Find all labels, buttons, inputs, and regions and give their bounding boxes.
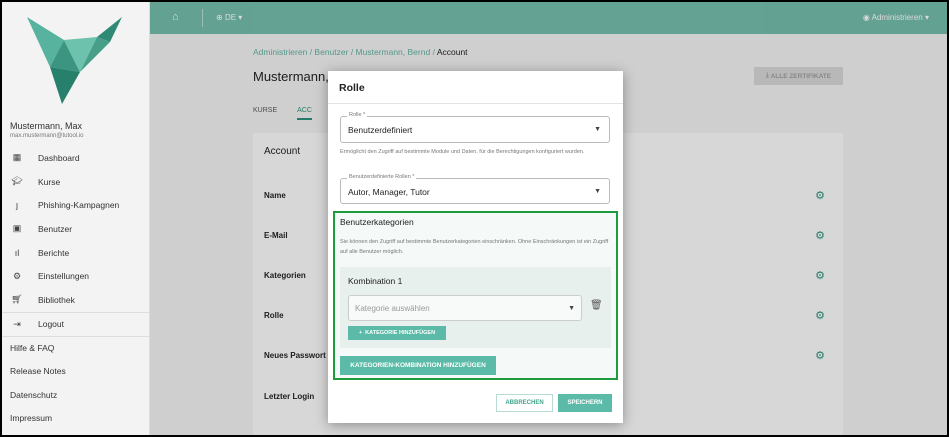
- role-hint: Ermöglicht den Zugriff auf bestimmte Mod…: [340, 149, 585, 155]
- user-badge-icon: ▣: [12, 223, 22, 234]
- sidebar-item-einstellungen[interactable]: ⚙ Einstellungen: [2, 264, 150, 288]
- categories-hint: Sie können den Zugriff auf bestimmte Ben…: [340, 239, 609, 256]
- logout-icon: ⇥: [13, 318, 21, 329]
- chevron-down-icon: ▼: [594, 126, 601, 133]
- sidebar-item-phishing[interactable]: ȷ Phishing-Kampagnen: [2, 193, 150, 217]
- sidebar-item-label: Bibliothek: [38, 294, 75, 305]
- categories-title: Benutzerkategorien: [340, 217, 414, 227]
- link-imprint[interactable]: Impressum: [2, 407, 150, 431]
- category-select-placeholder: Kategorie auswählen: [355, 304, 430, 313]
- bar-chart-icon: ıl: [14, 247, 20, 258]
- sidebar-item-label: Berichte: [38, 247, 70, 258]
- sidebar-item-label: Logout: [38, 319, 64, 330]
- sidebar-item-label: Kurse: [38, 176, 61, 187]
- app-frame: Mustermann, Max max.mustermann@tutool.io…: [2, 2, 947, 435]
- role-select-label: Rolle *: [347, 112, 368, 118]
- hook-icon: ȷ: [16, 200, 18, 211]
- user-name: Mustermann, Max: [10, 121, 83, 131]
- user-email: max.mustermann@tutool.io: [10, 133, 84, 139]
- role-dialog: Rolle Rolle * Benutzerdefiniert ▼ Ermögl…: [328, 71, 623, 423]
- graduation-cap-icon: 🎓︎: [11, 176, 23, 187]
- sidebar-item-label: Dashboard: [38, 152, 80, 163]
- sidebar-item-berichte[interactable]: ıl Berichte: [2, 241, 150, 265]
- role-select-value: Benutzerdefiniert: [348, 125, 413, 135]
- link-release-notes[interactable]: Release Notes: [2, 359, 150, 383]
- link-privacy[interactable]: Datenschutz: [2, 383, 150, 407]
- sidebar-item-benutzer[interactable]: ▣ Benutzer: [2, 217, 150, 241]
- custom-roles-select[interactable]: Benutzerdefinierte Rollen * Autor, Manag…: [340, 174, 610, 204]
- dashboard-icon: ▦: [12, 152, 22, 163]
- chevron-down-icon: ▼: [594, 188, 601, 195]
- divider: [328, 103, 623, 104]
- sidebar: Mustermann, Max max.mustermann@tutool.io…: [2, 2, 150, 435]
- add-combination-button[interactable]: KATEGORIEN-KOMBINATION HINZUFÜGEN: [340, 356, 496, 375]
- role-select[interactable]: Rolle * Benutzerdefiniert ▼: [340, 112, 610, 143]
- sidebar-nav: ▦ Dashboard 🎓︎ Kurse ȷ Phishing-Kampagne…: [2, 146, 150, 430]
- sidebar-item-dashboard[interactable]: ▦ Dashboard: [2, 146, 150, 170]
- chevron-down-icon: ▼: [568, 305, 575, 312]
- plus-icon: +: [358, 330, 363, 336]
- user-categories-section: Benutzerkategorien Sie können den Zugrif…: [333, 211, 618, 380]
- sidebar-item-kurse[interactable]: 🎓︎ Kurse: [2, 170, 150, 194]
- save-button[interactable]: SPEICHERN: [558, 394, 612, 412]
- sidebar-item-label: Benutzer: [38, 223, 73, 234]
- add-category-button[interactable]: + KATEGORIE HINZUFÜGEN: [348, 326, 446, 340]
- cart-icon: 🛒︎: [11, 294, 23, 305]
- dialog-title: Rolle: [339, 82, 365, 94]
- sidebar-item-label: Phishing-Kampagnen: [38, 200, 120, 211]
- link-help-faq[interactable]: Hilfe & FAQ: [2, 335, 150, 360]
- add-category-label: KATEGORIE HINZUFÜGEN: [365, 330, 436, 336]
- sidebar-item-bibliothek[interactable]: 🛒︎ Bibliothek: [2, 288, 150, 312]
- gear-icon: ⚙: [12, 270, 22, 281]
- trash-icon[interactable]: 🗑︎: [590, 300, 603, 311]
- sidebar-item-logout[interactable]: ⇥ Logout: [2, 311, 150, 336]
- combination-panel: Kombination 1 Kategorie auswählen ▼ 🗑︎ +…: [340, 267, 611, 348]
- combination-title: Kombination 1: [348, 276, 403, 286]
- category-select[interactable]: Kategorie auswählen ▼: [348, 295, 582, 321]
- custom-roles-value: Autor, Manager, Tutor: [348, 187, 430, 197]
- hummingbird-logo: [27, 17, 122, 104]
- sidebar-item-label: Einstellungen: [38, 271, 90, 282]
- cancel-button[interactable]: ABBRECHEN: [496, 394, 553, 412]
- custom-roles-label: Benutzerdefinierte Rollen *: [347, 174, 417, 180]
